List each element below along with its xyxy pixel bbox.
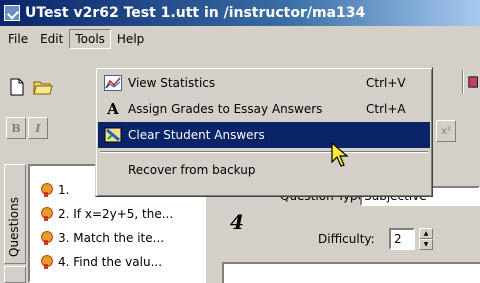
tab-questions-label: Questions <box>7 197 21 257</box>
menu-edit[interactable]: Edit <box>34 29 69 49</box>
app-icon <box>4 5 20 21</box>
title-bar: UTest v2r62 Test 1.utt in /instructor/ma… <box>0 0 480 26</box>
menu-item-shortcut: Ctrl+V <box>366 76 406 90</box>
menu-separator <box>100 151 428 153</box>
menu-item-label: Clear Student Answers <box>128 128 265 142</box>
question-label: 3. Match the ite... <box>58 231 165 245</box>
menu-item-label: Recover from backup <box>128 163 256 177</box>
toolbar-stub-right <box>458 70 480 94</box>
superscript-button[interactable]: x² <box>436 120 456 142</box>
chart-icon <box>102 75 124 91</box>
list-item[interactable]: 2. If x=2y+5, the... <box>30 202 204 226</box>
spin-down-icon[interactable]: ▼ <box>419 239 433 250</box>
window-title: UTest v2r62 Test 1.utt in /instructor/ma… <box>25 5 366 21</box>
question-label: 2. If x=2y+5, the... <box>58 207 174 221</box>
menu-item-recover-backup[interactable]: Recover from backup <box>98 157 430 183</box>
menu-bar: File Edit Tools Help <box>0 26 480 52</box>
question-number: 4 <box>230 210 244 234</box>
question-label: 4. Find the valu... <box>58 255 163 269</box>
difficulty-label: Difficulty: <box>318 232 375 246</box>
question-text-box[interactable] <box>222 262 480 283</box>
menu-item-clear-student-answers[interactable]: Clear Student Answers <box>98 122 430 148</box>
mouse-cursor-icon <box>331 142 349 167</box>
question-label: 1. <box>58 183 70 197</box>
format-toolbar-right: x² <box>436 120 456 142</box>
question-icon <box>38 254 54 270</box>
list-item[interactable]: 3. Match the ite... <box>30 226 204 250</box>
list-item[interactable]: 4. Find the valu... <box>30 250 204 274</box>
difficulty-spinner: ▲ ▼ <box>419 228 433 250</box>
question-icon <box>38 230 54 246</box>
menu-item-shortcut: Ctrl+A <box>366 102 406 116</box>
tab-secondary[interactable] <box>4 266 26 283</box>
menu-item-assign-grades[interactable]: A Assign Grades to Essay Answers Ctrl+A <box>98 96 430 122</box>
italic-button[interactable]: I <box>28 117 48 139</box>
spin-up-icon[interactable]: ▲ <box>419 228 433 239</box>
toolbar-divider <box>462 70 464 94</box>
menu-item-view-statistics[interactable]: View Statistics Ctrl+V <box>98 70 430 96</box>
bold-button[interactable]: B <box>6 117 26 139</box>
new-file-icon[interactable] <box>6 76 28 98</box>
question-icon <box>38 206 54 222</box>
grade-icon: A <box>107 100 119 118</box>
menu-help[interactable]: Help <box>111 29 150 49</box>
tab-questions[interactable]: Questions <box>4 164 26 264</box>
tools-menu: View Statistics Ctrl+V A Assign Grades t… <box>95 67 433 197</box>
clear-icon <box>102 127 124 143</box>
toolbar-extra-icon[interactable] <box>468 74 480 90</box>
menu-item-label: Assign Grades to Essay Answers <box>128 102 323 116</box>
question-icon <box>38 182 54 198</box>
menu-file[interactable]: File <box>2 29 34 49</box>
menu-tools[interactable]: Tools <box>69 29 111 49</box>
difficulty-field[interactable]: 2 <box>389 228 415 250</box>
open-folder-icon[interactable] <box>32 76 54 98</box>
menu-item-label: View Statistics <box>128 76 216 90</box>
